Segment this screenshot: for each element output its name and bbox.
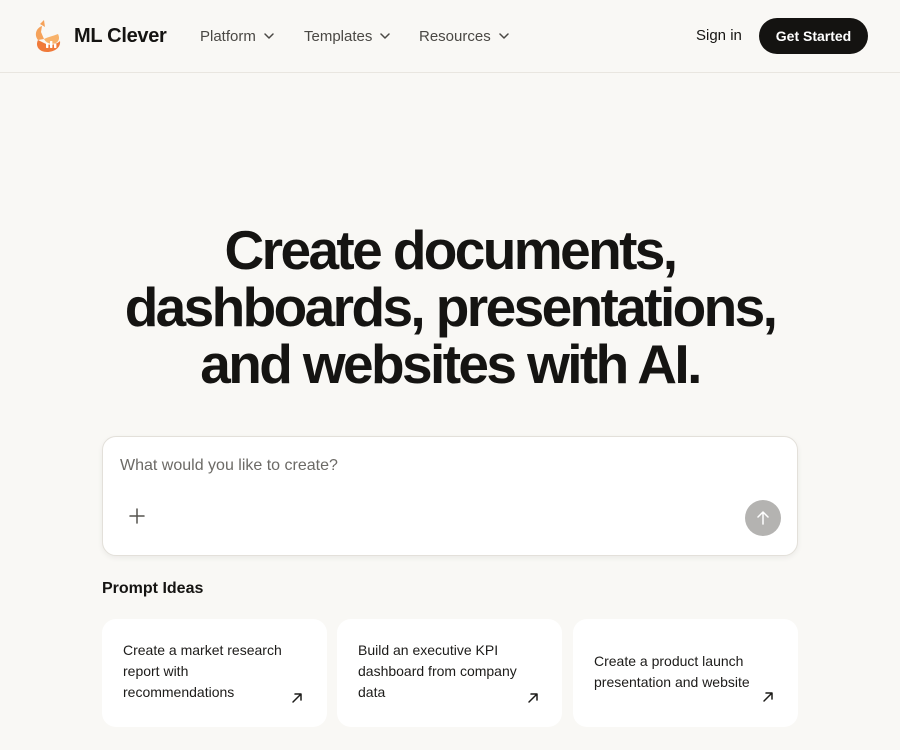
arrow-up-right-icon [763,692,773,702]
hero-title: Create documents, dashboards, presentati… [0,222,900,393]
chevron-down-icon [498,33,509,39]
hero-title-line: and websites with AI. [200,333,702,395]
chevron-down-icon [380,33,391,39]
prompt-input[interactable] [120,453,770,479]
attach-button[interactable] [125,504,149,528]
prompt-idea-text: Create a product launch presentation and… [594,653,750,690]
prompt-idea-text: Create a market research report with rec… [123,642,282,700]
top-navbar: ML Clever Platform Templates Resources S… [0,0,900,73]
chevron-down-icon [264,33,274,39]
get-started-button[interactable]: Get Started [759,18,868,54]
nav-templates[interactable]: Templates [304,26,391,46]
prompt-idea-card[interactable]: Build an executive KPI dashboard from co… [337,619,562,727]
prompt-ideas-heading: Prompt Ideas [102,580,204,597]
nav-resources[interactable]: Resources [419,26,510,46]
arrow-up-right-icon [292,693,302,703]
hero-title-line: Create documents, [224,219,679,281]
prompt-idea-text: Build an executive KPI dashboard from co… [358,642,517,700]
hero-title-line: dashboards, presentations, [124,276,778,338]
prompt-idea-card[interactable]: Create a market research report with rec… [102,619,327,727]
fox-logo-icon [35,20,61,52]
arrow-up-right-icon [528,693,538,703]
prompt-idea-card[interactable]: Create a product launch presentation and… [573,619,798,727]
nav-resources-label: Resources [419,27,491,45]
plus-icon [129,508,145,524]
brand-name: ML Clever [74,24,167,47]
arrow-up-icon [757,511,769,525]
nav-platform-label: Platform [200,27,256,45]
send-button[interactable] [745,500,781,536]
nav-platform[interactable]: Platform [200,26,275,46]
prompt-composer [102,436,798,556]
sign-in-link[interactable]: Sign in [696,26,742,46]
nav-templates-label: Templates [304,27,373,45]
brand-home-link[interactable]: ML Clever [32,18,167,54]
